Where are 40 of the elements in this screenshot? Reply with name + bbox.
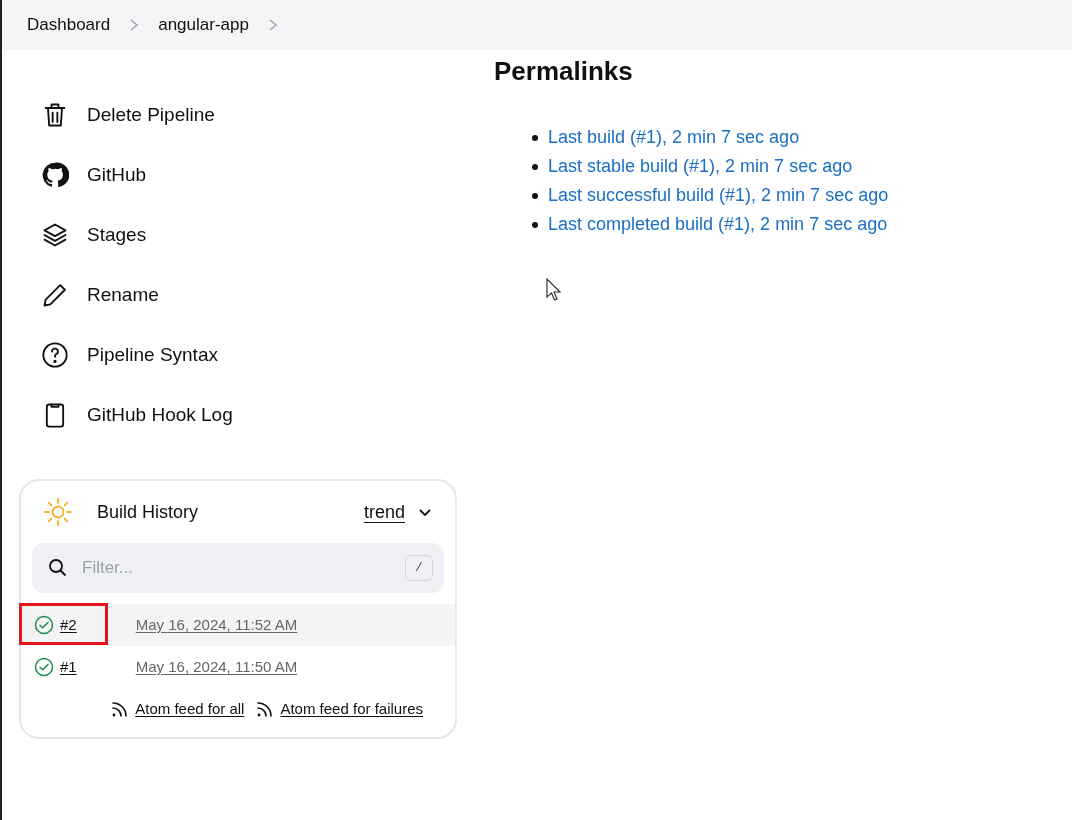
permalink[interactable]: Last stable build (#1), 2 min 7 sec ago: [548, 153, 853, 180]
permalink[interactable]: Last completed build (#1), 2 min 7 sec ago: [548, 211, 888, 238]
permalink[interactable]: Last build (#1), 2 min 7 sec ago: [548, 124, 800, 151]
permalink[interactable]: Last successful build (#1), 2 min 7 sec ago: [548, 182, 889, 209]
card-title: Build History: [97, 500, 199, 524]
build-row[interactable]: #2 May 16, 2024, 11:52 AM: [21, 604, 455, 646]
sun-icon: [43, 497, 73, 527]
sidebar-item[interactable]: GitHub Hook Log: [17, 385, 457, 445]
breadcrumb-link[interactable]: Dashboard: [27, 12, 111, 38]
build-time-link[interactable]: May 16, 2024, 11:50 AM: [135, 655, 298, 679]
rss-feed-icon: [111, 700, 130, 719]
sidebar-item[interactable]: Delete Pipeline: [17, 85, 457, 145]
build-number-link[interactable]: #2: [60, 613, 77, 637]
pencil-icon: [41, 281, 69, 309]
build-time-link[interactable]: May 16, 2024, 11:52 AM: [135, 613, 298, 637]
build-row[interactable]: #1 May 16, 2024, 11:50 AM: [21, 646, 455, 688]
cursor-icon: [546, 278, 564, 302]
trend-link[interactable]: trend: [363, 498, 405, 526]
search-icon: [48, 558, 68, 578]
bullet-icon: [532, 163, 538, 170]
layers-icon: [41, 221, 69, 249]
breadcrumb-link[interactable]: angular-app: [158, 12, 249, 38]
atom-feed-link[interactable]: Atom feed for all: [111, 698, 245, 721]
github-icon: [41, 161, 69, 189]
sidebar-item[interactable]: GitHub: [17, 145, 457, 205]
bullet-icon: [532, 134, 538, 141]
shortcut-key: /: [405, 555, 433, 581]
bullet-icon: [532, 192, 538, 199]
sidebar-item[interactable]: Pipeline Syntax: [17, 325, 457, 385]
sidebar-item[interactable]: Rename: [17, 265, 457, 325]
success-check-icon: [34, 657, 54, 677]
success-check-icon: [34, 615, 54, 635]
chevron-right-icon: [128, 18, 141, 32]
build-number-link[interactable]: #1: [60, 655, 77, 679]
atom-feed-link[interactable]: Atom feed for failures: [256, 698, 423, 721]
section-heading: Permalinks: [494, 55, 634, 88]
bullet-icon: [532, 221, 538, 228]
rss-feed-icon: [256, 700, 275, 719]
sidebar-item[interactable]: Stages: [17, 205, 457, 265]
help-icon: [41, 341, 69, 369]
